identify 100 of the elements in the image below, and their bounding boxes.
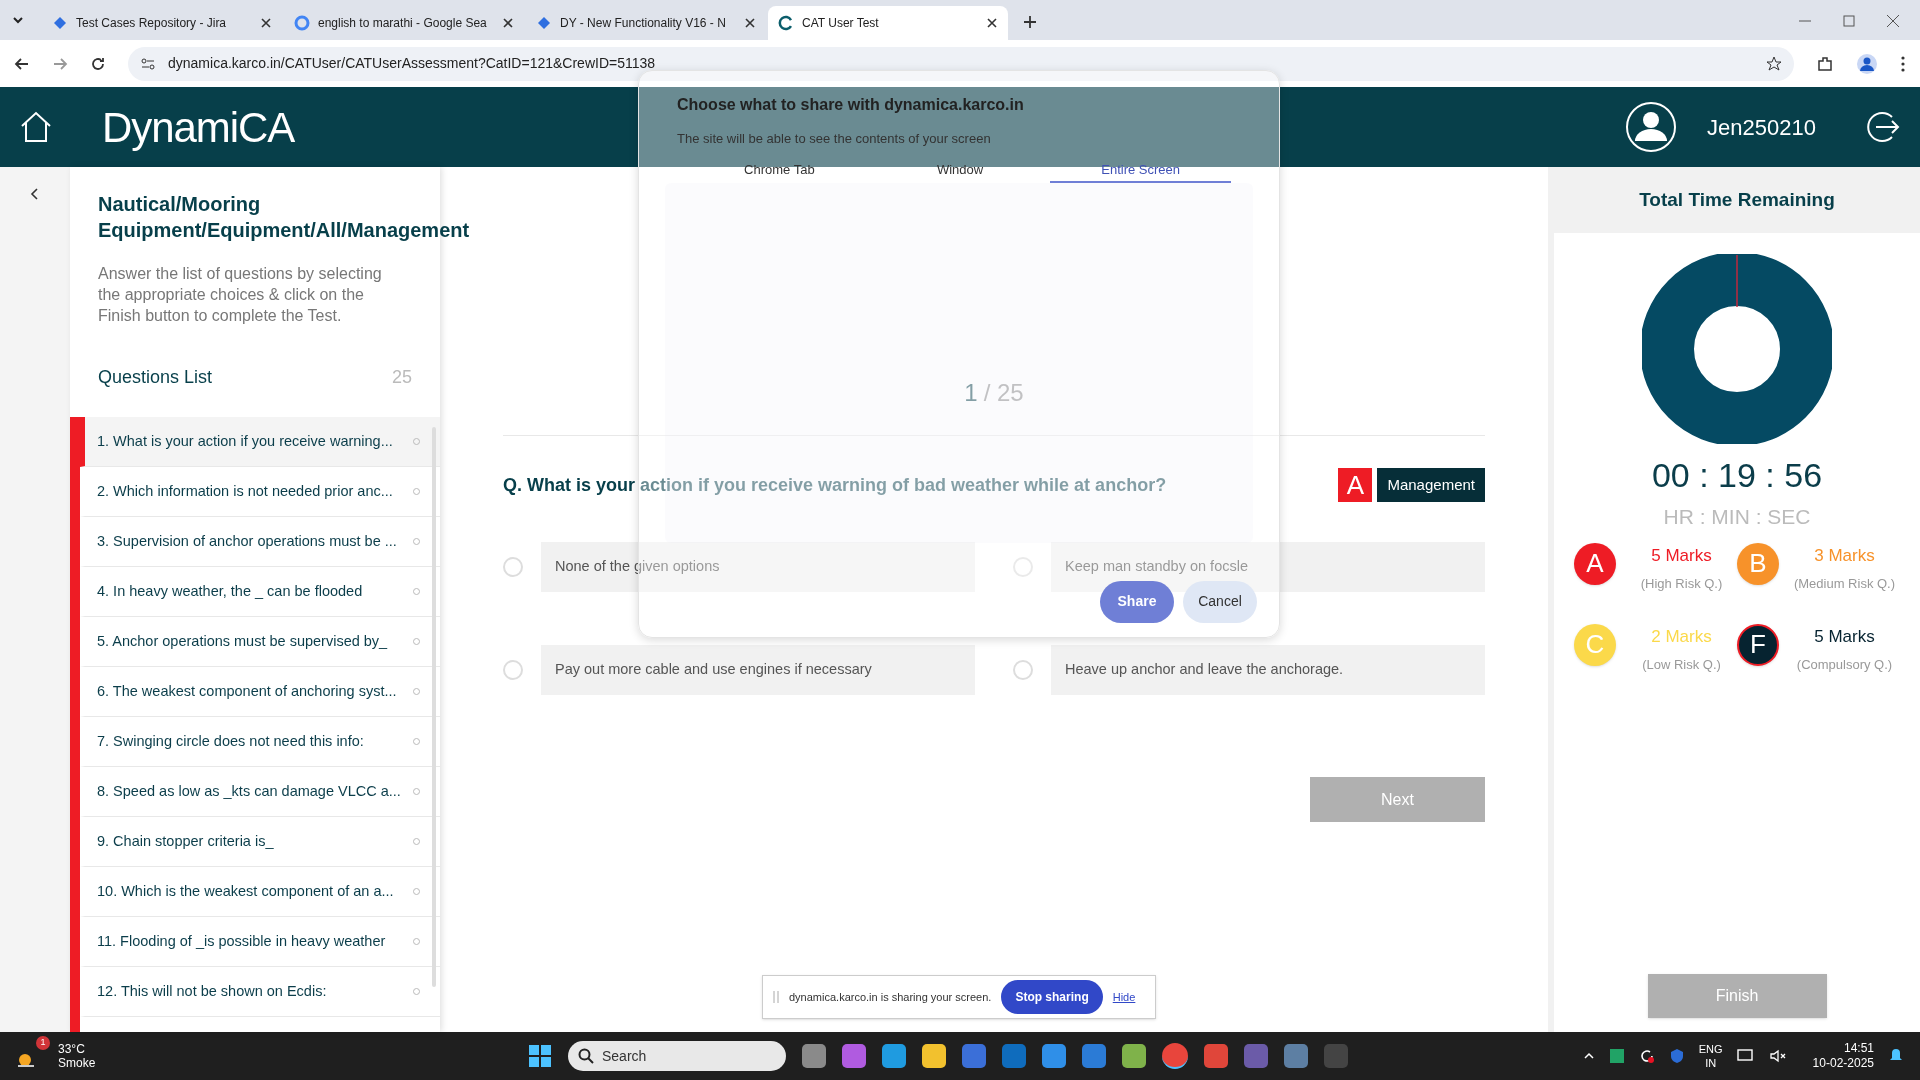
close-icon[interactable] bbox=[502, 17, 514, 29]
shield-icon[interactable] bbox=[1668, 1048, 1685, 1064]
instructions-text: Answer the list of questions by selecting the appropriate choices & click on the Finish button to complete the Test. bbox=[97, 264, 383, 326]
taskbar-app-icon[interactable] bbox=[802, 1044, 826, 1068]
username: Jen250210 bbox=[1707, 113, 1816, 142]
time-remaining: 00 : 19 : 56 bbox=[1651, 455, 1823, 496]
question-list-item[interactable]: 12. This will not be shown on Ecdis: bbox=[80, 967, 440, 1017]
current-question-number: 1 bbox=[964, 378, 978, 408]
network-icon[interactable] bbox=[1736, 1048, 1755, 1064]
menu-icon[interactable] bbox=[1900, 54, 1906, 73]
question-list-item[interactable]: 2. Which information is not needed prior anc... bbox=[80, 467, 440, 517]
total-questions: / 25 bbox=[983, 378, 1024, 408]
taskbar-app-icon[interactable] bbox=[1284, 1044, 1308, 1068]
back-icon[interactable] bbox=[14, 55, 30, 72]
marks-label: 2 Marks bbox=[1651, 625, 1712, 648]
taskbar-app-icon[interactable] bbox=[882, 1044, 906, 1068]
question-list-item[interactable]: 1. What is your action if you receive warning... bbox=[80, 417, 440, 467]
user-avatar-icon bbox=[1625, 101, 1678, 153]
answer-option[interactable]: Pay out more cable and use engines if necessary bbox=[541, 645, 975, 695]
category-title: Nautical/Mooring Equipment/Equipment/All/Management bbox=[97, 192, 471, 243]
close-icon[interactable] bbox=[260, 17, 272, 29]
share-button[interactable]: Share bbox=[1100, 580, 1174, 623]
browser-tab[interactable]: english to marathi - Google Sea bbox=[284, 6, 524, 40]
marks-label: 5 Marks bbox=[1651, 544, 1712, 567]
drag-handle-icon[interactable] bbox=[773, 990, 779, 1004]
risk-description: (High Risk Q.) bbox=[1640, 575, 1723, 593]
answer-option[interactable]: None of the given options bbox=[541, 542, 975, 592]
address-bar[interactable]: dynamica.karco.in/CATUser/CATUserAssessment?CatID=121&CrewID=51138 bbox=[128, 46, 1794, 81]
close-icon[interactable] bbox=[1886, 14, 1900, 28]
tab-title: Test Cases Repository - Jira bbox=[76, 15, 228, 32]
dialog-title: Choose what to share with dynamica.karco.in bbox=[677, 95, 1025, 115]
volume-muted-icon[interactable] bbox=[1768, 1048, 1787, 1064]
cancel-button[interactable]: Cancel bbox=[1183, 580, 1257, 623]
question-list-item[interactable]: 9. Chain stopper criteria is_ bbox=[80, 817, 440, 867]
risk-badge: A bbox=[1338, 468, 1373, 502]
url-text: dynamica.karco.in/CATUser/CATUserAssessment?CatID=121&CrewID=51138 bbox=[168, 54, 656, 73]
questions-list-title: Questions List bbox=[98, 365, 213, 389]
sync-icon[interactable] bbox=[1638, 1048, 1655, 1064]
browser-tab[interactable]: DY - New Functionality V16 - N bbox=[526, 6, 766, 40]
risk-level-badge: F bbox=[1737, 623, 1779, 666]
new-tab-icon[interactable] bbox=[1022, 14, 1038, 30]
notification-badge: 1 bbox=[36, 1036, 50, 1050]
close-icon[interactable] bbox=[986, 17, 998, 29]
sharing-message: dynamica.karco.in is sharing your screen. bbox=[789, 989, 992, 1005]
category-badge: Management bbox=[1377, 468, 1485, 502]
taskbar-app-icon[interactable] bbox=[1122, 1044, 1146, 1068]
timer-title: Total Time Remaining bbox=[1554, 167, 1920, 233]
risk-level-badge: A bbox=[1574, 542, 1616, 585]
language-indicator[interactable]: ENG IN bbox=[1698, 1042, 1723, 1070]
tab-title: english to marathi - Google Sea bbox=[318, 15, 488, 32]
dialog-subtitle: The site will be able to see the contents of your screen bbox=[677, 130, 992, 148]
marks-label: 3 Marks bbox=[1814, 544, 1875, 567]
search-icon bbox=[578, 1048, 594, 1064]
extensions-icon[interactable] bbox=[1816, 54, 1834, 73]
clock[interactable]: 14:51 10-02-2025 bbox=[1812, 1041, 1874, 1071]
taskbar-app-icon[interactable] bbox=[962, 1044, 986, 1068]
tray-app-icon[interactable] bbox=[1608, 1048, 1625, 1064]
temperature: 33°C bbox=[58, 1042, 86, 1056]
scrollbar-thumb[interactable] bbox=[432, 427, 436, 987]
taskbar-app-icon[interactable] bbox=[842, 1044, 866, 1068]
forward-icon[interactable] bbox=[52, 55, 68, 72]
radio-button[interactable] bbox=[503, 557, 523, 577]
taskbar-app-icon[interactable] bbox=[1204, 1044, 1228, 1068]
question-list-item[interactable]: 3. Supervision of anchor operations must be ... bbox=[80, 517, 440, 567]
reload-icon[interactable] bbox=[90, 55, 106, 72]
question-list-item[interactable]: 8. Speed as low as _kts can damage VLCC a... bbox=[80, 767, 440, 817]
stop-sharing-button[interactable]: Stop sharing bbox=[1001, 980, 1103, 1014]
taskbar-app-icon[interactable] bbox=[1082, 1044, 1106, 1068]
marks-label: 5 Marks bbox=[1814, 625, 1875, 648]
app-logo: DynamiCA bbox=[102, 102, 295, 153]
risk-level-badge: C bbox=[1574, 623, 1616, 666]
risk-description: (Low Risk Q.) bbox=[1642, 656, 1721, 674]
question-list-item[interactable]: 4. In heavy weather, the _ can be flooded bbox=[80, 567, 440, 617]
weather-condition: Smoke bbox=[58, 1056, 96, 1070]
tab-title: DY - New Functionality V16 - N bbox=[560, 15, 727, 32]
taskbar-search-field[interactable]: Search bbox=[568, 1041, 786, 1071]
question-text: Q. What is your action if you receive warning of bad weather while at anchor? bbox=[503, 473, 1167, 497]
site-settings-icon[interactable] bbox=[140, 55, 156, 72]
start-icon[interactable] bbox=[528, 1044, 552, 1068]
question-list-item[interactable]: 7. Swinging circle does not need this info: bbox=[80, 717, 440, 767]
question-count: 25 bbox=[391, 365, 412, 389]
risk-description: (Medium Risk Q.) bbox=[1793, 575, 1896, 593]
question-list-item[interactable]: 11. Flooding of _is possible in heavy weather bbox=[80, 917, 440, 967]
taskbar-app-icon[interactable] bbox=[1042, 1044, 1066, 1068]
profile-icon[interactable] bbox=[1856, 52, 1878, 75]
question-list-item[interactable]: 10. Which is the weakest component of an a... bbox=[80, 867, 440, 917]
time-units: HR : MIN : SEC bbox=[1663, 504, 1811, 530]
question-list-item[interactable]: 6. The weakest component of anchoring syst... bbox=[80, 667, 440, 717]
taskbar-app-icon[interactable] bbox=[1162, 1043, 1188, 1069]
hide-link[interactable]: Hide bbox=[1112, 988, 1136, 1006]
close-icon[interactable] bbox=[744, 17, 756, 29]
answer-option[interactable]: Heave up anchor and leave the anchorage. bbox=[1051, 645, 1485, 695]
radio-button[interactable] bbox=[1013, 660, 1033, 680]
taskbar-app-icon[interactable] bbox=[922, 1044, 946, 1068]
bookmark-star-icon[interactable] bbox=[1766, 55, 1782, 72]
radio-button[interactable] bbox=[503, 660, 523, 680]
question-list-item[interactable]: 5. Anchor operations must be supervised by_ bbox=[80, 617, 440, 667]
browser-tab[interactable]: Test Cases Repository - Jira bbox=[42, 6, 282, 40]
browser-tab[interactable]: CAT User Test bbox=[768, 6, 1008, 40]
risk-level-badge: B bbox=[1737, 542, 1779, 585]
